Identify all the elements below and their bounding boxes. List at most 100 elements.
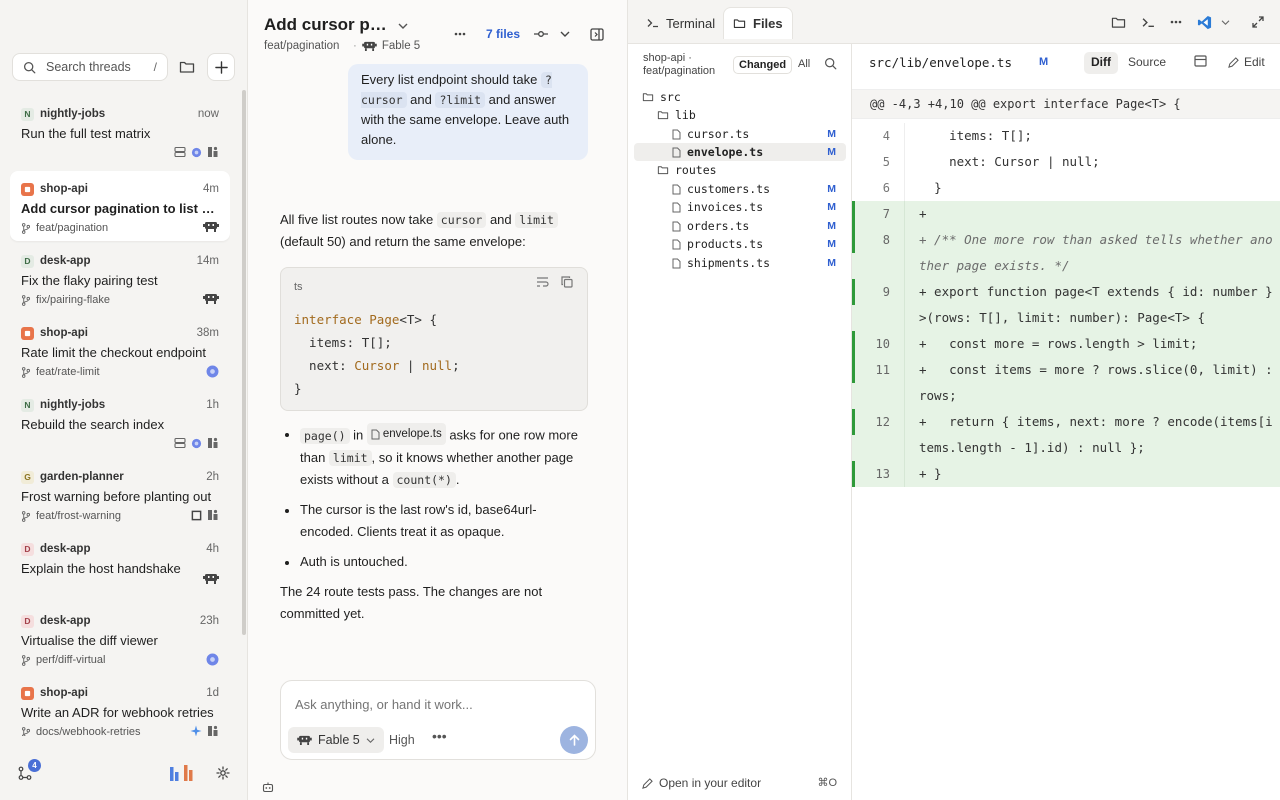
tree-folder[interactable]: src <box>634 88 846 106</box>
file-icon <box>672 202 681 213</box>
sidebar-scrollbar[interactable] <box>242 90 246 635</box>
diff-line-code: } <box>904 175 1280 201</box>
tree-folder[interactable]: routes <box>634 161 846 179</box>
pr-icon <box>208 509 218 520</box>
thread-item[interactable]: D desk-app 4h Explain the host handshake <box>10 531 230 601</box>
tree-item-name: cursor.ts <box>687 127 750 141</box>
file-link-envelope[interactable]: envelope.ts <box>366 423 446 445</box>
settings-button[interactable] <box>216 766 230 780</box>
tree-file[interactable]: cursor.ts M <box>634 125 846 143</box>
commit-dropdown[interactable] <box>560 24 570 44</box>
tree-item-status: M <box>827 257 836 269</box>
thread-item[interactable]: N nightly-jobs now Run the full test mat… <box>10 96 230 166</box>
search-threads-box[interactable]: Search threads / <box>12 53 168 81</box>
changed-files-chip[interactable]: 7 files <box>486 27 520 41</box>
commit-button[interactable] <box>534 24 548 44</box>
file-icon <box>672 147 681 158</box>
usage-button[interactable] <box>170 765 196 781</box>
composer-more-button[interactable]: ••• <box>432 728 447 744</box>
tree-file[interactable]: products.ts M <box>634 235 846 253</box>
response-closing: The 24 route tests pass. The changes are… <box>280 583 543 621</box>
open-terminal-button[interactable] <box>1140 14 1156 30</box>
chat-more-button[interactable] <box>454 24 466 44</box>
tree-item-status: M <box>827 128 836 140</box>
chat-title[interactable]: Add cursor pagination to list endpoints <box>264 15 394 35</box>
thread-item-active[interactable]: shop-api 4m Add cursor pagination to lis… <box>10 171 230 241</box>
filter-all[interactable]: All <box>798 58 810 70</box>
thread-time: now <box>197 108 219 120</box>
tree-file[interactable]: shipments.ts M <box>634 254 846 272</box>
thread-item[interactable]: shop-api 1d Write an ADR for webhook ret… <box>10 675 230 736</box>
composer-input[interactable] <box>295 697 575 712</box>
tree-search-button[interactable] <box>824 57 837 70</box>
tab-label: Terminal <box>666 15 716 31</box>
diff-view-toggle: Diff Source <box>1084 52 1173 74</box>
chevron-down-icon <box>366 737 375 743</box>
filter-changed[interactable]: Changed <box>733 56 793 74</box>
open-in-editor-link[interactable]: Open in your editor <box>642 776 761 790</box>
robot-icon <box>203 294 219 304</box>
response-intro: All five list routes now take cursor and… <box>280 209 590 253</box>
view-diff-button[interactable]: Diff <box>1084 52 1118 74</box>
tree-item-status: M <box>827 201 836 213</box>
file-icon <box>672 258 681 269</box>
tree-folder[interactable]: lib <box>634 106 846 124</box>
thread-header: shop-api 4m <box>21 182 219 196</box>
open-folder-button[interactable] <box>1110 14 1126 30</box>
file-icon <box>672 239 681 250</box>
thread-status-icons <box>190 725 219 736</box>
open-in-vscode-button[interactable] <box>1196 14 1212 30</box>
folder-icon <box>733 19 746 28</box>
file-link-label: envelope.ts <box>382 428 442 440</box>
view-source-button[interactable]: Source <box>1121 52 1173 74</box>
response-text: . <box>455 471 460 487</box>
model-selector[interactable]: Fable 5 <box>288 727 384 753</box>
new-thread-button[interactable] <box>207 53 235 81</box>
response-text: (default 50) and return the same envelop… <box>280 234 526 249</box>
effort-selector[interactable]: High <box>389 733 415 747</box>
diff-line-number: 11 <box>852 357 902 383</box>
chat-model: · Fable 5 <box>353 40 421 52</box>
diff-line-number: 5 <box>882 155 890 169</box>
branch-count-badge: 4 <box>28 759 41 772</box>
toggle-panel-button[interactable] <box>590 24 604 44</box>
thread-item[interactable]: D desk-app 14m Fix the flaky pairing tes… <box>10 243 230 313</box>
expand-pane-button[interactable] <box>1250 14 1266 30</box>
pr-icon <box>208 146 218 157</box>
thread-item[interactable]: N nightly-jobs 1h Rebuild the search ind… <box>10 387 230 457</box>
wrap-lines-icon[interactable] <box>536 276 549 288</box>
code-block: ts interface Page<T> { items: T[]; next:… <box>280 267 588 411</box>
model-selector-label: Fable 5 <box>318 733 360 747</box>
thread-status-icons <box>203 293 219 304</box>
branches-button[interactable]: 4 <box>18 759 41 780</box>
user-message-text: Every list endpoint should take <box>361 72 541 87</box>
tree-file[interactable]: envelope.ts M <box>634 143 846 161</box>
chat-title-dropdown[interactable] <box>398 16 408 36</box>
split-view-button[interactable] <box>1194 55 1207 67</box>
open-folder-button[interactable] <box>173 53 201 81</box>
pane-more-button[interactable] <box>1168 14 1184 30</box>
agent-blue-icon <box>191 147 202 157</box>
thread-item[interactable]: D desk-app 23h Virtualise the diff viewe… <box>10 603 230 673</box>
tree-file[interactable]: customers.ts M <box>634 180 846 198</box>
send-button[interactable] <box>560 726 588 754</box>
thread-item[interactable]: shop-api 38m Rate limit the checkout end… <box>10 315 230 385</box>
copy-icon[interactable] <box>561 276 573 288</box>
inline-code: cursor <box>436 212 487 228</box>
edit-file-button[interactable]: Edit <box>1228 55 1265 69</box>
tab-files[interactable]: Files <box>723 7 793 39</box>
thread-title: Write an ADR for webhook retries <box>21 705 214 720</box>
tree-item-status: M <box>827 183 836 195</box>
thread-item[interactable]: G garden-planner 2h Frost warning before… <box>10 459 230 529</box>
chat-footer-button[interactable] <box>262 782 274 793</box>
tree-file[interactable]: invoices.ts M <box>634 198 846 216</box>
diff-line-code: + const items = more ? rows.slice(0, lim… <box>904 357 1280 409</box>
chat-panel: Add cursor pagination to list endpoints … <box>248 0 875 800</box>
branch-icon <box>21 294 31 306</box>
tab-terminal[interactable]: Terminal <box>638 7 724 39</box>
thread-time: 14m <box>196 255 219 267</box>
search-threads-placeholder: Search threads <box>46 60 131 74</box>
project-badge: G <box>21 470 34 484</box>
tree-file[interactable]: orders.ts M <box>634 217 846 235</box>
editor-dropdown[interactable] <box>1217 14 1233 30</box>
